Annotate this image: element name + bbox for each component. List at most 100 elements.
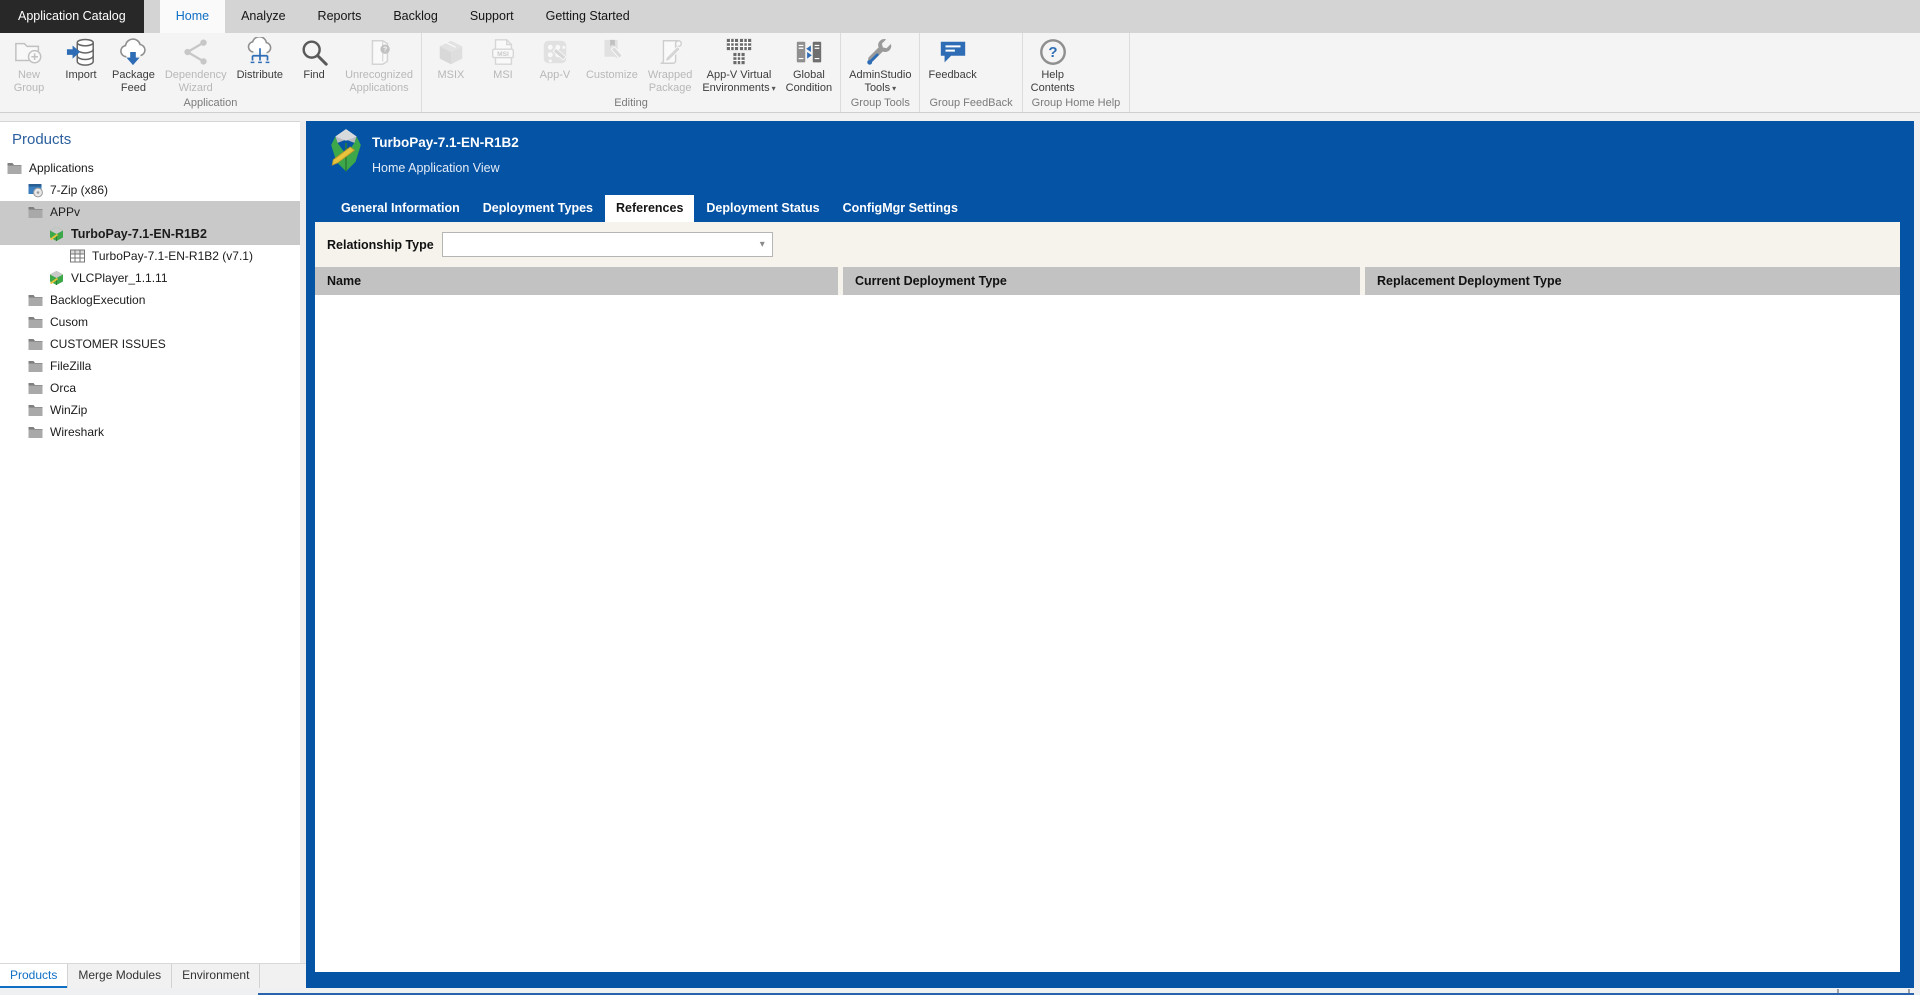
ribbon-button-adminstudio-tools[interactable]: AdminStudio Tools▾ — [844, 35, 916, 96]
column-header-replacement-deployment-type[interactable]: Replacement Deployment Type — [1365, 267, 1900, 295]
tree-item-appv[interactable]: APPv — [0, 201, 300, 223]
relationship-type-label: Relationship Type — [327, 238, 434, 252]
menu-tab-support[interactable]: Support — [454, 0, 530, 33]
tree-item-wireshark[interactable]: Wireshark — [0, 421, 300, 443]
tree-item-turbopay-7-1-en-r1b2[interactable]: TurboPay-7.1-EN-R1B2 — [0, 223, 300, 245]
ribbon-button-package-feed[interactable]: Package Feed — [107, 35, 160, 95]
ribbon-button-app-v-virtual-environments[interactable]: App-V Virtual Environments▾ — [697, 35, 780, 96]
feedback-icon — [938, 36, 968, 67]
bottom-tab-merge-modules[interactable]: Merge Modules — [68, 964, 172, 988]
ribbon-button-feedback[interactable]: Feedback — [923, 35, 981, 83]
menu-tab-backlog[interactable]: Backlog — [377, 0, 453, 33]
tab-deployment-status[interactable]: Deployment Status — [695, 195, 830, 222]
ribbon-button-label: Unrecognized Applications — [345, 69, 413, 94]
ribbon-group-label: Application — [3, 96, 418, 112]
ribbon-group-buttons: AdminStudio Tools▾ — [844, 33, 916, 96]
app-v-virtual-environments-icon — [724, 36, 754, 67]
new-group-icon — [14, 36, 44, 67]
column-header-name[interactable]: Name — [315, 267, 838, 295]
ribbon-button-label: Customize — [586, 69, 638, 82]
ribbon-group-group-home-help: ?Help ContentsGroup Home Help — [1023, 33, 1131, 112]
tree-item-label: WinZip — [50, 403, 87, 417]
tree-item-label: CUSTOMER ISSUES — [50, 337, 166, 351]
global-condition-icon — [794, 36, 824, 67]
tree-item-customer-issues[interactable]: CUSTOMER ISSUES — [0, 333, 300, 355]
ribbon-button-label: Find — [303, 69, 324, 82]
ribbon-group-buttons: Feedback — [923, 33, 1018, 96]
chevron-down-icon[interactable]: ▾ — [753, 239, 772, 250]
ribbon-button-label: Global Condition — [786, 69, 832, 94]
application-view-panel: TurboPay-7.1-EN-R1B2 Home Application Vi… — [306, 121, 1914, 988]
tree-item-cusom[interactable]: Cusom — [0, 311, 300, 333]
ribbon-group-group-feedback: Feedback Group FeedBack — [920, 33, 1022, 112]
tab-general-information[interactable]: General Information — [330, 195, 471, 222]
status-bar — [0, 988, 1920, 995]
ribbon-button-label: Wrapped Package — [648, 69, 692, 94]
msi-icon: MSI — [488, 36, 518, 67]
menubar: Application Catalog HomeAnalyzeReportsBa… — [0, 0, 1920, 33]
tree-item-label: FileZilla — [50, 359, 91, 373]
customize-icon — [597, 36, 627, 67]
tree-item-backlogexecution[interactable]: BacklogExecution — [0, 289, 300, 311]
application-package-icon — [328, 128, 364, 172]
ribbon-gap — [0, 113, 1920, 121]
ribbon-button-global-condition[interactable]: Global Condition — [781, 35, 837, 95]
svg-text:MSI: MSI — [497, 50, 509, 57]
tab-references[interactable]: References — [605, 195, 694, 222]
tree-item-applications[interactable]: Applications — [0, 157, 300, 179]
ribbon-group-label: Group FeedBack — [923, 96, 1018, 112]
products-sidebar: Products Applications7-Zip (x86) APPv Turb… — [0, 121, 300, 963]
tree-item-filezilla[interactable]: FileZilla — [0, 355, 300, 377]
folder-icon — [27, 402, 44, 418]
folder-icon — [27, 358, 44, 374]
sidebar-title: Products — [0, 122, 300, 154]
package-icon — [48, 226, 65, 242]
app-v-icon — [540, 36, 570, 67]
tree-item-turbopay-7-1-en-r1b2-v7-1[interactable]: TurboPay-7.1-EN-R1B2 (v7.1) — [0, 245, 300, 267]
ribbon-group-buttons: MSIXMSIMSIApp-VCustomizeWrapped PackageA… — [425, 33, 837, 96]
msix-icon — [436, 36, 466, 67]
tree-item-7-zip-x86[interactable]: 7-Zip (x86) — [0, 179, 300, 201]
ribbon-button-import[interactable]: Import — [55, 35, 107, 83]
menu-tab-reports[interactable]: Reports — [302, 0, 378, 33]
references-table-header: NameCurrent Deployment TypeReplacement D… — [315, 267, 1900, 295]
ribbon-group-editing: MSIXMSIMSIApp-VCustomizeWrapped PackageA… — [422, 33, 841, 112]
ribbon-button-distribute[interactable]: Distribute — [232, 35, 288, 83]
folder-icon — [27, 314, 44, 330]
ribbon-group-label: Group Home Help — [1026, 96, 1127, 112]
menu-tab-getting-started[interactable]: Getting Started — [530, 0, 646, 33]
bottom-tab-environment[interactable]: Environment — [172, 964, 260, 988]
chevron-down-icon: ▾ — [892, 84, 896, 93]
tree-item-label: TurboPay-7.1-EN-R1B2 — [71, 227, 207, 241]
tab-configmgr-settings[interactable]: ConfigMgr Settings — [832, 195, 969, 222]
tree-item-label: BacklogExecution — [50, 293, 145, 307]
folder-icon — [27, 292, 44, 308]
ribbon-group-group-tools: AdminStudio Tools▾Group Tools — [841, 33, 920, 112]
ribbon-button-unrecognized-applications: ?Unrecognized Applications — [340, 35, 418, 95]
import-icon — [66, 36, 96, 67]
ribbon-button-label: Distribute — [237, 69, 283, 82]
tree-item-label: APPv — [50, 205, 80, 219]
folder-icon — [6, 160, 23, 176]
column-header-current-deployment-type[interactable]: Current Deployment Type — [843, 267, 1360, 295]
tree-item-vlcplayer-1-1-11[interactable]: VLCPlayer_1.1.11 — [0, 267, 300, 289]
dependency-wizard-icon — [181, 36, 211, 67]
package-icon — [48, 270, 65, 286]
tree-item-orca[interactable]: Orca — [0, 377, 300, 399]
tree-item-winzip[interactable]: WinZip — [0, 399, 300, 421]
ribbon-button-find[interactable]: Find — [288, 35, 340, 83]
references-table-body — [315, 295, 1900, 972]
products-tree: Applications7-Zip (x86) APPv TurboPay-7.1-… — [0, 154, 300, 443]
relationship-type-combobox[interactable]: ▾ — [442, 232, 773, 257]
sidebar-bottom-tabs: ProductsMerge ModulesEnvironment — [0, 963, 306, 988]
application-catalog-menu[interactable]: Application Catalog — [0, 0, 144, 33]
ribbon-button-help-contents[interactable]: ?Help Contents — [1026, 35, 1080, 95]
bottom-tab-products[interactable]: Products — [0, 964, 68, 988]
tab-deployment-types[interactable]: Deployment Types — [472, 195, 604, 222]
menu-tab-home[interactable]: Home — [160, 0, 225, 33]
menu-tab-analyze[interactable]: Analyze — [225, 0, 301, 33]
tree-item-label: Orca — [50, 381, 76, 395]
application-window: Application Catalog HomeAnalyzeReportsBa… — [0, 0, 1920, 995]
grid-icon — [69, 248, 86, 264]
references-content: Relationship Type ▾ NameCurrent Deployme… — [315, 222, 1900, 972]
